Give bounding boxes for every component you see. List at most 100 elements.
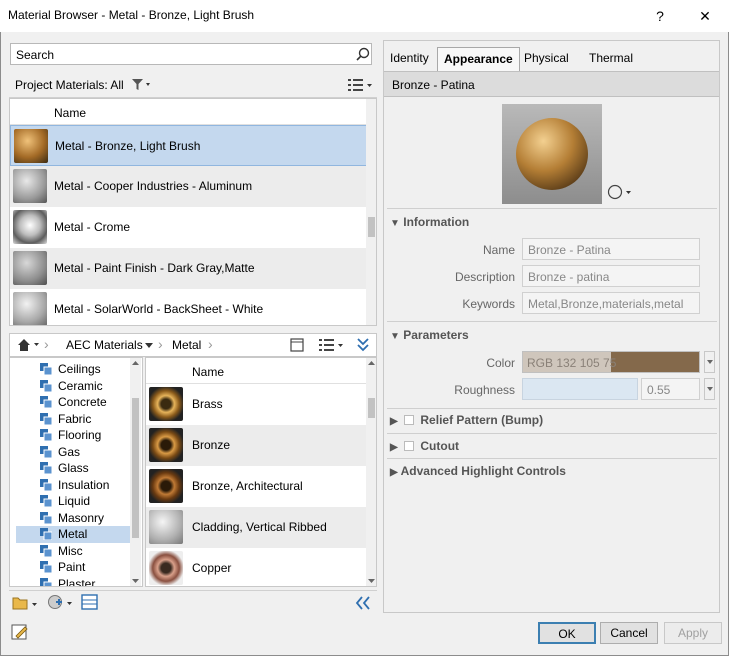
list-scrollbar[interactable] [366,358,376,586]
category-icon [40,429,52,441]
library-toolbar [9,590,377,614]
scroll-down-icon[interactable] [131,578,140,584]
tree-item-fabric[interactable]: Fabric [16,411,134,428]
list-item[interactable]: Copper [146,548,367,586]
name-label: Name [482,243,515,257]
tree-item-label: Ceilings [58,362,101,376]
scrollbar-thumb[interactable] [132,398,139,538]
home-icon[interactable] [17,338,43,352]
relief-pattern-label: Relief Pattern (Bump) [420,413,544,427]
collapse-left-icon[interactable] [355,596,371,610]
tree-item-label: Masonry [58,510,105,525]
roughness-slider[interactable] [522,378,638,400]
category-icon [40,363,52,375]
tree-item-misc[interactable]: Misc [16,543,134,560]
tab-appearance[interactable]: Appearance [437,47,520,71]
category-icon [40,544,52,557]
help-button[interactable]: ? [645,6,675,26]
scrollbar-thumb[interactable] [368,217,375,237]
color-swatch[interactable]: RGB 132 105 75 [522,351,700,373]
project-materials-label: Project Materials: All [15,78,124,92]
keywords-field[interactable]: Metal,Bronze,materials,metal [522,292,700,314]
name-column-header[interactable]: Name [54,106,86,120]
list-item[interactable]: Metal - SolarWorld - BackSheet - White [10,289,367,325]
roughness-field[interactable]: 0.55 [641,378,700,400]
edit-properties-icon[interactable] [10,622,30,642]
search-input[interactable]: Search [10,43,372,65]
tree-item-flooring[interactable]: Flooring [16,427,134,444]
scrollbar-thumb[interactable] [368,398,375,418]
tree-item-label: Ceramic [58,378,103,393]
roughness-label: Roughness [454,383,515,397]
tab-physical[interactable]: Physical [518,47,575,71]
filter-icon[interactable] [131,78,153,92]
parameters-section-header[interactable]: ▼ Parameters [390,328,469,346]
view-options-icon[interactable] [347,78,375,92]
asset-browser-icon[interactable] [81,594,99,610]
open-library-icon[interactable] [12,595,40,611]
tab-thermal[interactable]: Thermal [583,47,639,71]
preview-sphere [516,118,588,190]
name-field[interactable]: Bronze - Patina [522,238,700,260]
create-material-icon[interactable] [47,594,75,610]
tab-identity[interactable]: Identity [384,47,435,71]
advanced-highlight-section-header[interactable]: ▶ Advanced Highlight Controls [390,464,566,482]
preview-options-icon[interactable] [607,184,635,200]
list-item[interactable]: Metal - Paint Finish - Dark Gray,Matte [10,248,367,289]
divider [387,433,717,434]
cutout-section-header[interactable]: ▶ Cutout [390,439,459,457]
cutout-label: Cutout [420,439,460,453]
cutout-checkbox[interactable] [404,441,415,451]
close-button[interactable]: ✕ [690,6,720,26]
list-header: Name [146,358,367,384]
material-name: Metal - Paint Finish - Dark Gray,Matte [54,261,255,275]
relief-pattern-checkbox[interactable] [404,415,415,425]
tree-item-paint[interactable]: Paint [16,559,134,576]
list-item[interactable]: Bronze [146,425,367,466]
scroll-down-icon[interactable] [367,578,376,584]
tree-item-concrete[interactable]: Concrete [16,394,134,411]
chevron-down-icon [707,387,713,391]
scroll-up-icon[interactable] [367,360,376,366]
material-name: Bronze [192,438,231,452]
tree-scrollbar[interactable] [130,358,141,586]
roughness-dropdown[interactable] [704,378,715,400]
tree-item-insulation[interactable]: Insulation [16,477,134,494]
tree-item-glass[interactable]: Glass [16,460,134,477]
list-item[interactable]: Brass [146,384,367,425]
tree-item-metal[interactable]: Metal [16,526,134,543]
tree-item-plaster[interactable]: Plaster [16,576,134,586]
breadcrumb-item[interactable]: Metal [172,338,201,352]
breadcrumb-item[interactable]: AEC Materials [66,338,143,352]
chevron-down-icon[interactable] [144,342,154,350]
tree-item-liquid[interactable]: Liquid [16,493,134,510]
list-item[interactable]: Metal - Cooper Industries - Aluminum [10,166,367,207]
tree-item-gas[interactable]: Gas [16,444,134,461]
list-view-icon[interactable] [318,338,346,352]
panel-toggle-icon[interactable] [290,338,304,352]
tree-item-ceramic[interactable]: Ceramic [16,378,134,395]
information-section-header[interactable]: ▼ Information [390,215,469,233]
color-dropdown[interactable] [704,351,715,373]
list-item[interactable]: Metal - Bronze, Light Brush [10,125,367,166]
tree-item-ceilings[interactable]: Ceilings [16,361,134,378]
list-item[interactable]: Metal - Crome [10,207,367,248]
material-preview [502,104,602,204]
apply-button[interactable]: Apply [664,622,722,644]
cancel-button[interactable]: Cancel [600,622,658,644]
search-icon[interactable] [356,47,370,61]
ok-button[interactable]: OK [538,622,596,644]
name-column-header[interactable]: Name [192,365,224,379]
tree-item-masonry[interactable]: Masonry [16,510,134,527]
list-item[interactable]: Bronze, Architectural [146,466,367,507]
description-field[interactable]: Bronze - patina [522,265,700,287]
list-scrollbar[interactable] [366,99,376,325]
chevron-down-icon [707,360,713,364]
material-thumbnail [149,387,183,421]
collapse-down-icon[interactable] [356,337,370,353]
list-item[interactable]: Cladding, Vertical Ribbed [146,507,367,548]
color-label: Color [486,356,515,370]
relief-pattern-section-header[interactable]: ▶ Relief Pattern (Bump) [390,413,543,431]
scroll-up-icon[interactable] [131,360,140,366]
advanced-highlight-label: Advanced Highlight Controls [400,464,566,478]
